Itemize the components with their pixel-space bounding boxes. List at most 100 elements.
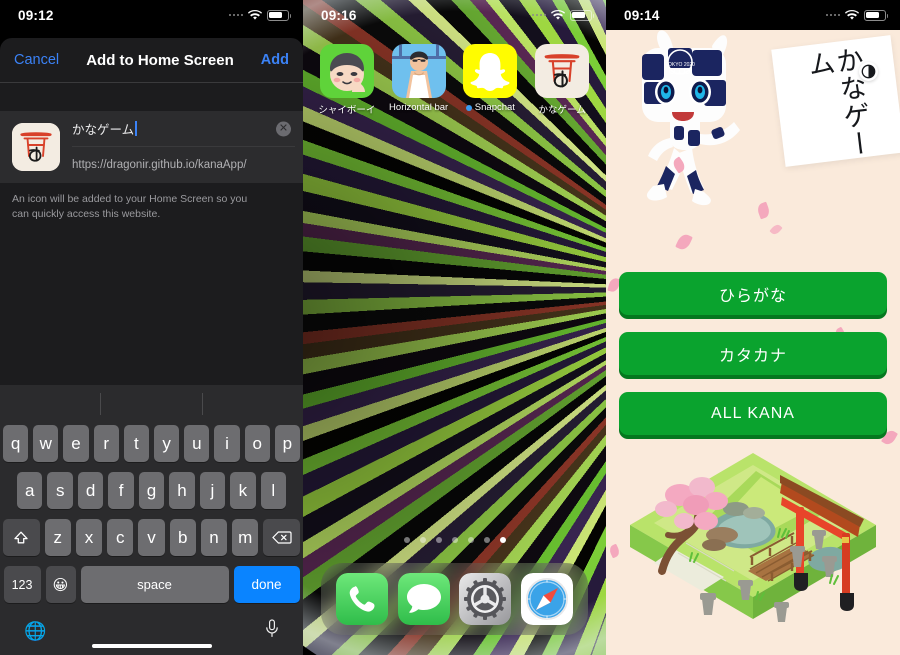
page-dot[interactable] <box>403 537 410 543</box>
page-dot[interactable] <box>435 537 442 543</box>
key-w[interactable]: w <box>33 425 59 462</box>
keyboard-bottom-row: 🌐 <box>0 613 303 643</box>
app-label-text: Horizontal bar <box>389 102 449 113</box>
page-title: Add to Home Screen <box>86 51 234 69</box>
key-v[interactable]: v <box>138 519 165 556</box>
app-label-text: かなゲーム <box>538 105 586 116</box>
key-q[interactable]: q <box>2 425 29 462</box>
keyboard-row-3: z x c v b n m <box>2 519 301 556</box>
wifi-icon <box>845 9 859 21</box>
keyboard-rows: q w e r t y u i o p a s d f g h j k l z … <box>0 425 303 603</box>
key-p[interactable]: p <box>274 425 301 462</box>
torii-shrine-isometric-illustration <box>606 425 900 655</box>
horizontal-bar-app-icon[interactable] <box>391 44 446 98</box>
bookmark-url-value: https://dragonir.github.io/kanaApp/ <box>72 159 247 171</box>
sheet-body: かなゲーム ✕ https://dragonir.github.io/kanaA… <box>0 83 303 222</box>
cancel-button[interactable]: Cancel <box>14 52 59 68</box>
app-icon-cell <box>0 111 72 183</box>
messages-bubble-icon[interactable] <box>397 573 450 625</box>
microphone-icon[interactable] <box>265 619 279 643</box>
key-x[interactable]: x <box>75 519 103 556</box>
bookmark-name-input[interactable]: かなゲーム <box>72 119 134 138</box>
page-dot[interactable] <box>451 537 458 543</box>
app-item-snapchat[interactable]: Snapchat <box>459 44 521 116</box>
key-f[interactable]: f <box>108 472 134 509</box>
key-i[interactable]: i <box>214 425 240 462</box>
key-r[interactable]: r <box>93 425 119 462</box>
all-kana-button[interactable]: ALL KANA <box>619 392 887 435</box>
app-item-shy-boy[interactable]: シャイボーイ <box>316 44 378 116</box>
shy-boy-app-icon[interactable] <box>319 44 374 98</box>
key-l[interactable]: l <box>260 472 286 509</box>
page-dot[interactable] <box>483 537 490 543</box>
status-time: 09:12 <box>18 7 54 23</box>
page-dot[interactable] <box>467 537 474 543</box>
settings-gear-icon[interactable] <box>459 573 512 625</box>
page-dot[interactable] <box>419 537 426 543</box>
contrast-half-circle-icon[interactable] <box>859 62 878 81</box>
key-g[interactable]: g <box>138 472 165 509</box>
status-indicators <box>825 9 889 21</box>
key-d[interactable]: d <box>77 472 104 509</box>
signal-dots-icon <box>228 13 243 17</box>
globe-language-icon[interactable]: 🌐 <box>24 621 46 642</box>
hiragana-button[interactable]: ひらがな <box>619 272 887 315</box>
key-c[interactable]: c <box>107 519 134 556</box>
battery-icon <box>864 9 889 21</box>
app-label: シャイボーイ <box>318 102 375 116</box>
page-indicator-dots[interactable] <box>303 537 606 543</box>
tokyo-2020-miraitowa-mascot: TOKYO 2020 <box>608 30 788 225</box>
bookmark-name-row[interactable]: かなゲーム ✕ <box>72 111 295 147</box>
key-o[interactable]: o <box>244 425 270 462</box>
key-u[interactable]: u <box>184 425 210 462</box>
battery-icon <box>570 9 595 21</box>
key-z[interactable]: z <box>44 519 71 556</box>
key-y[interactable]: y <box>154 425 180 462</box>
keyboard-row-2: a s d f g h j k l <box>3 472 300 509</box>
sheet-container: Cancel Add to Home Screen Add かなゲーム ✕ ht… <box>0 30 303 655</box>
shift-up-arrow-icon[interactable] <box>2 519 40 556</box>
panel-home-screen: 09:16 シャイボーイ Horizontal bar Snapchat かなゲ… <box>303 0 606 655</box>
key-s[interactable]: s <box>47 472 73 509</box>
key-m[interactable]: m <box>232 519 259 556</box>
keyboard-row-1: q w e r t y u i o p <box>2 425 301 462</box>
done-key[interactable]: done <box>233 566 300 603</box>
panel-add-to-home-screen: 09:12 Cancel Add to Home Screen Add かなゲー… <box>0 0 303 655</box>
key-j[interactable]: j <box>199 472 226 509</box>
safari-compass-icon[interactable] <box>521 573 574 625</box>
bookmark-field-card: かなゲーム ✕ https://dragonir.github.io/kanaA… <box>0 111 303 183</box>
status-bar: 09:14 <box>606 0 900 30</box>
backspace-delete-icon[interactable] <box>263 519 301 556</box>
key-t[interactable]: t <box>123 425 149 462</box>
key-k[interactable]: k <box>230 472 256 509</box>
bookmark-url-row: https://dragonir.github.io/kanaApp/ <box>72 147 295 183</box>
page-dot-active[interactable] <box>499 537 506 543</box>
keyboard-row-4: 123 😀 space done <box>3 566 300 603</box>
emoji-smiley-icon[interactable]: 😀 <box>45 566 76 603</box>
app-label-text: シャイボーイ <box>318 105 376 116</box>
key-a[interactable]: a <box>17 472 43 509</box>
status-bar: 09:16 <box>303 0 606 30</box>
app-item-horizontal-bar[interactable]: Horizontal bar <box>388 44 450 116</box>
add-button[interactable]: Add <box>261 52 289 68</box>
numbers-key[interactable]: 123 <box>3 566 41 603</box>
app-item-kana-game[interactable]: かなゲーム <box>531 44 593 116</box>
phone-handset-icon[interactable] <box>335 573 388 625</box>
clear-circle-icon[interactable]: ✕ <box>276 121 291 136</box>
key-h[interactable]: h <box>169 472 195 509</box>
sheet-header: Cancel Add to Home Screen Add <box>0 38 303 83</box>
signal-dots-icon <box>531 13 546 17</box>
add-to-home-screen-sheet: Cancel Add to Home Screen Add かなゲーム ✕ ht… <box>0 38 303 655</box>
space-key[interactable]: space <box>80 566 229 603</box>
kana-game-signboard: かなゲーム <box>771 35 900 167</box>
key-b[interactable]: b <box>169 519 196 556</box>
key-e[interactable]: e <box>63 425 89 462</box>
key-n[interactable]: n <box>200 519 228 556</box>
snapchat-ghost-icon[interactable] <box>463 44 518 98</box>
dock <box>321 563 588 635</box>
status-bar: 09:12 <box>0 0 303 30</box>
bookmark-fields: かなゲーム ✕ https://dragonir.github.io/kanaA… <box>72 111 303 183</box>
torii-kana-app-icon[interactable] <box>535 44 590 98</box>
status-time: 09:16 <box>321 7 357 23</box>
katakana-button[interactable]: カタカナ <box>619 332 887 375</box>
